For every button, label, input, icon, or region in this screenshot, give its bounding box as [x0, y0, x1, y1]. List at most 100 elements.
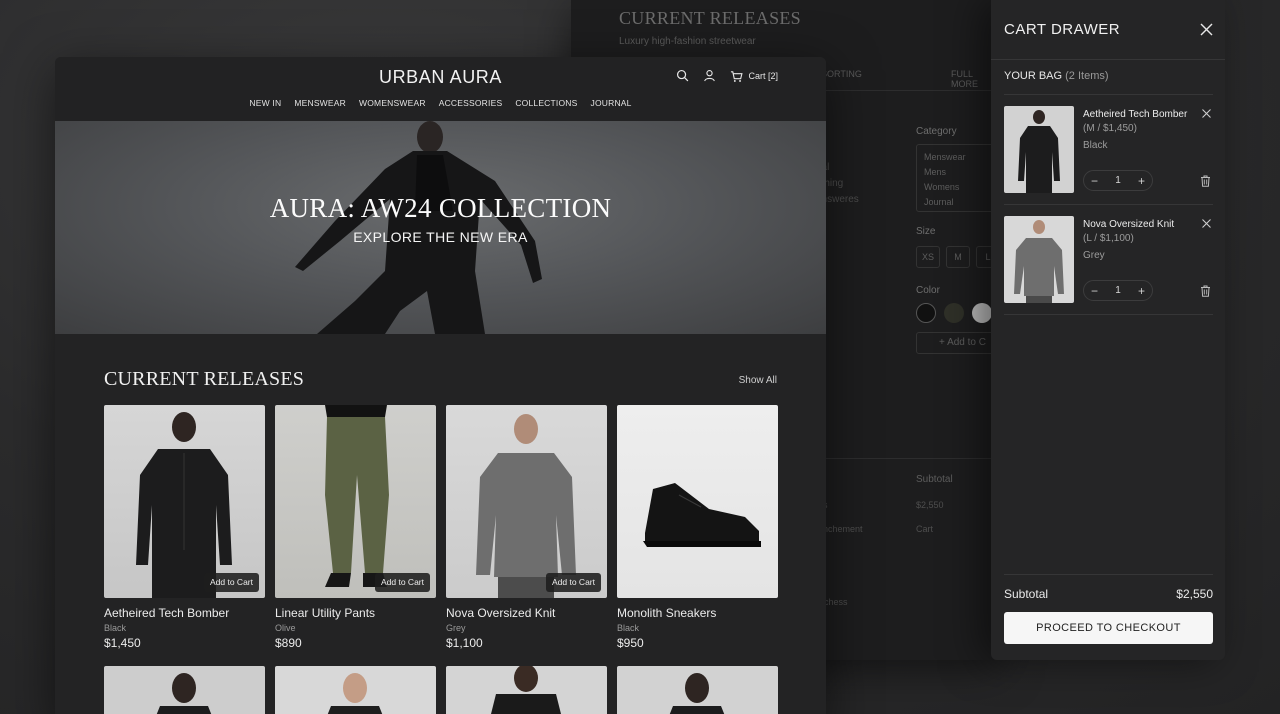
- close-icon[interactable]: [1200, 23, 1213, 36]
- divider: [801, 90, 1001, 91]
- cart-item: Aetheired Tech Bomber (M / $1,450) Black…: [1004, 106, 1213, 206]
- bg-category-label: Category: [916, 126, 957, 137]
- subtotal-label: Subtotal: [1004, 587, 1049, 601]
- nav-new-in[interactable]: NEW IN: [249, 98, 281, 108]
- product-color: Black: [104, 623, 127, 633]
- search-icon[interactable]: [676, 69, 690, 83]
- bg-color-swatch[interactable]: [972, 303, 992, 323]
- bg-color-swatch[interactable]: [944, 303, 964, 323]
- product-card[interactable]: [617, 666, 778, 714]
- product-image[interactable]: [275, 666, 436, 714]
- nav-menswear[interactable]: MENSWEAR: [294, 98, 346, 108]
- user-icon[interactable]: [703, 69, 717, 83]
- divider: [1004, 94, 1213, 95]
- cart-item-color: Black: [1083, 140, 1108, 151]
- product-card[interactable]: Add to Cart Nova Oversized Knit Grey $1,…: [446, 405, 607, 650]
- bg-color-swatch[interactable]: [916, 303, 936, 323]
- checkout-button[interactable]: PROCEED TO CHECKOUT: [1004, 612, 1213, 644]
- remove-item-icon[interactable]: [1202, 109, 1211, 118]
- product-name[interactable]: Linear Utility Pants: [275, 606, 436, 620]
- product-price: $890: [275, 636, 302, 650]
- product-card[interactable]: Monolith Sneakers Black $950: [617, 405, 778, 650]
- hero-subtitle: EXPLORE THE NEW ERA: [353, 229, 528, 245]
- cart-item: Nova Oversized Knit (L / $1,100) Grey − …: [1004, 216, 1213, 316]
- cart-item-name[interactable]: Nova Oversized Knit: [1083, 219, 1174, 230]
- bg-subtotal-label: Subtotal: [916, 474, 953, 485]
- bg-size-option[interactable]: XS: [916, 246, 940, 268]
- product-price: $1,450: [104, 636, 141, 650]
- add-to-cart-button[interactable]: Add to Cart: [375, 573, 430, 592]
- cart-item-name[interactable]: Aetheired Tech Bomber: [1083, 109, 1187, 120]
- nav-womenswear[interactable]: WOMENSWEAR: [359, 98, 426, 108]
- cart-item-meta: (M / $1,450): [1083, 123, 1137, 134]
- bg-category-option[interactable]: Menswear: [924, 150, 1001, 165]
- divider: [1004, 574, 1213, 575]
- drawer-title: CART DRAWER: [1004, 21, 1121, 38]
- header-actions: Cart [2]: [676, 69, 778, 83]
- store-window: URBAN AURA Cart [2] NEW IN MENSWEAR WOME…: [55, 57, 826, 714]
- minus-icon[interactable]: −: [1091, 174, 1098, 188]
- nav-collections[interactable]: COLLECTIONS: [515, 98, 577, 108]
- bg-text-fragment: nchement: [823, 524, 863, 534]
- nav-journal[interactable]: JOURNAL: [591, 98, 632, 108]
- product-name[interactable]: Nova Oversized Knit: [446, 606, 607, 620]
- product-image[interactable]: Add to Cart: [104, 405, 265, 598]
- show-all-link[interactable]: Show All: [739, 375, 777, 386]
- add-to-cart-button[interactable]: Add to Cart: [204, 573, 259, 592]
- product-name[interactable]: Monolith Sneakers: [617, 606, 778, 620]
- product-image[interactable]: [446, 666, 607, 714]
- bg-size-label: Size: [916, 226, 936, 237]
- cart-item-color: Grey: [1083, 250, 1105, 261]
- product-name[interactable]: Aetheired Tech Bomber: [104, 606, 265, 620]
- bg-add-to-cart-button[interactable]: + Add to C: [916, 332, 1001, 354]
- product-color: Olive: [275, 623, 296, 633]
- product-card[interactable]: Add to Cart Aetheired Tech Bomber Black …: [104, 405, 265, 650]
- cart-item-meta: (L / $1,100): [1083, 233, 1134, 244]
- quantity-stepper: − 1 +: [1083, 170, 1153, 191]
- product-image[interactable]: Add to Cart: [275, 405, 436, 598]
- bg-category-option[interactable]: Mens: [924, 165, 1001, 180]
- nav-accessories[interactable]: ACCESSORIES: [439, 98, 503, 108]
- product-price: $950: [617, 636, 644, 650]
- product-card[interactable]: [446, 666, 607, 714]
- trash-icon[interactable]: [1200, 285, 1211, 297]
- cart-drawer: CART DRAWER YOUR BAG (2 Items) Aetheired…: [991, 0, 1225, 660]
- minus-icon[interactable]: −: [1091, 284, 1098, 298]
- bg-size-option[interactable]: M: [946, 246, 970, 268]
- product-image-figure: [476, 414, 576, 598]
- plus-icon[interactable]: +: [1138, 174, 1145, 188]
- divider: [991, 59, 1225, 60]
- product-image-figure: [643, 483, 761, 547]
- bg-subtotal-value: $2,550: [916, 500, 944, 510]
- bag-count: (2 Items): [1065, 70, 1109, 82]
- bg-title: CURRENT RELEASES: [619, 8, 801, 28]
- bg-category-option[interactable]: Womens: [924, 180, 1001, 195]
- bg-sort-dropdown[interactable]: SORTING: [821, 69, 862, 79]
- trash-icon[interactable]: [1200, 175, 1211, 187]
- hero-banner[interactable]: AURA: AW24 COLLECTION EXPLORE THE NEW ER…: [55, 121, 826, 334]
- bag-heading: YOUR BAG (2 Items): [1004, 70, 1109, 82]
- bg-category-option[interactable]: Journal: [924, 195, 1001, 210]
- cart-link-label: Cart [2]: [748, 71, 778, 81]
- remove-item-icon[interactable]: [1202, 219, 1211, 228]
- product-image-figure: [136, 412, 232, 598]
- product-image[interactable]: Add to Cart: [446, 405, 607, 598]
- product-card[interactable]: Add to Cart Linear Utility Pants Olive $…: [275, 405, 436, 650]
- product-color: Grey: [446, 623, 466, 633]
- top-navigation: URBAN AURA Cart [2] NEW IN MENSWEAR WOME…: [55, 57, 826, 121]
- product-image[interactable]: [104, 666, 265, 714]
- cart-link[interactable]: Cart [2]: [730, 70, 778, 83]
- plus-icon[interactable]: +: [1138, 284, 1145, 298]
- add-to-cart-button[interactable]: Add to Cart: [546, 573, 601, 592]
- product-card[interactable]: [275, 666, 436, 714]
- product-card[interactable]: [104, 666, 265, 714]
- cart-item-image[interactable]: [1004, 216, 1074, 303]
- cart-item-image[interactable]: [1004, 106, 1074, 193]
- hero-model-image: [295, 121, 542, 334]
- product-image[interactable]: [617, 666, 778, 714]
- product-image[interactable]: [617, 405, 778, 598]
- bg-category-select[interactable]: Menswear Mens Womens Journal: [916, 144, 1001, 212]
- bg-cart-label: Cart: [916, 524, 934, 534]
- divider: [801, 458, 1001, 459]
- quantity-stepper: − 1 +: [1083, 280, 1153, 301]
